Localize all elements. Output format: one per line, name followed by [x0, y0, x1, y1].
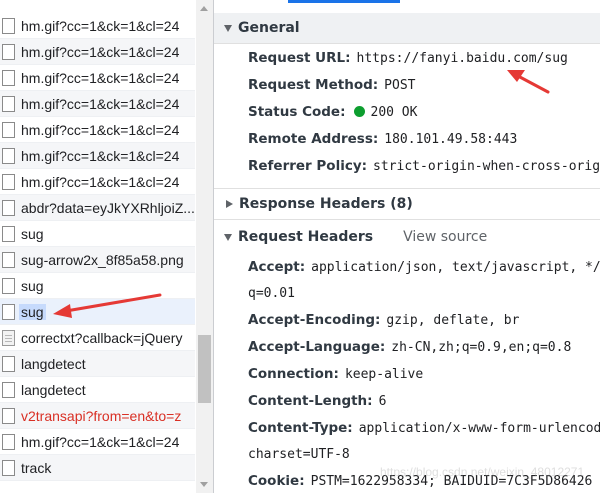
- request-name: hm.gif?cc=1&ck=1&cl=24: [21, 433, 180, 450]
- request-row[interactable]: hm.gif?cc=1&ck=1&cl=24: [0, 429, 195, 455]
- request-row[interactable]: abdr?data=eyJkYXRhljoiZ...: [0, 195, 195, 221]
- request-name: correctxt?callback=jQuery: [21, 329, 183, 346]
- request-name: hm.gif?cc=1&ck=1&cl=24: [21, 43, 180, 60]
- request-name: abdr?data=eyJkYXRhljoiZ...: [21, 199, 195, 216]
- file-icon: [2, 173, 15, 190]
- request-name: hm.gif?cc=1&ck=1&cl=24: [21, 147, 180, 164]
- request-row[interactable]: hm.gif?cc=1&ck=1&cl=24: [0, 13, 195, 39]
- request-name: langdetect: [21, 381, 86, 398]
- file-icon: [2, 433, 15, 450]
- request-row[interactable]: sug-arrow2x_8f85a58.png: [0, 247, 195, 273]
- collapse-triangle-icon: [226, 200, 233, 208]
- active-tab-indicator: [288, 0, 400, 3]
- section-divider: [214, 219, 600, 220]
- content-type-row: Content-Type: application/x-www-form-urle…: [248, 420, 600, 436]
- request-name: hm.gif?cc=1&ck=1&cl=24: [21, 95, 180, 112]
- headers-panel: General Request URL: https://fanyi.baidu.…: [214, 0, 600, 493]
- accept-header-row: Accept: application/json, text/javascript…: [248, 259, 600, 275]
- remote-address-row: Remote Address: 180.101.49.58:443: [248, 131, 518, 147]
- request-row[interactable]: v2transapi?from=en&to=z: [0, 403, 195, 429]
- file-icon: [2, 303, 15, 320]
- request-row[interactable]: sug: [0, 221, 195, 247]
- scroll-up-arrow-icon[interactable]: [200, 6, 208, 11]
- file-icon: [2, 407, 15, 424]
- request-url-row: Request URL: https://fanyi.baidu.com/sug: [248, 50, 568, 66]
- accept-header-continuation: q=0.01: [248, 286, 295, 301]
- expand-triangle-icon: [224, 233, 232, 241]
- request-name: hm.gif?cc=1&ck=1&cl=24: [21, 121, 180, 138]
- request-row[interactable]: hm.gif?cc=1&ck=1&cl=24: [0, 169, 195, 195]
- section-title: Request Headers: [238, 229, 374, 245]
- request-method-row: Request Method: POST: [248, 77, 416, 93]
- request-list-scrollbar[interactable]: [196, 0, 213, 493]
- request-name: sug: [21, 225, 44, 242]
- request-row[interactable]: sug: [0, 273, 195, 299]
- content-length-row: Content-Length: 6: [248, 393, 387, 409]
- status-ok-dot-icon: [353, 106, 365, 117]
- request-row[interactable]: langdetect: [0, 351, 195, 377]
- request-headers-section-header[interactable]: Request Headers View source: [214, 222, 600, 252]
- file-icon: [2, 121, 15, 138]
- request-name: sug-arrow2x_8f85a58.png: [21, 251, 184, 268]
- view-source-link[interactable]: View source: [403, 229, 487, 245]
- file-icon: [2, 225, 15, 242]
- section-title: General: [238, 20, 300, 36]
- file-icon: [2, 69, 15, 86]
- request-url-value: https://fanyi.baidu.com/sug: [356, 51, 568, 66]
- file-icon: [2, 459, 15, 476]
- network-request-list: hm.gif?cc=1&ck=1&cl=24 hm.gif?cc=1&ck=1&c…: [0, 0, 214, 493]
- request-name: v2transapi?from=en&to=z: [21, 407, 182, 424]
- request-name: hm.gif?cc=1&ck=1&cl=24: [21, 69, 180, 86]
- request-row[interactable]: correctxt?callback=jQuery: [0, 325, 195, 351]
- request-row[interactable]: hm.gif?cc=1&ck=1&cl=24: [0, 65, 195, 91]
- file-icon: [2, 355, 15, 372]
- file-icon: [2, 17, 15, 34]
- request-name: langdetect: [21, 355, 86, 372]
- general-section-header[interactable]: General: [214, 13, 600, 44]
- file-icon: [2, 277, 15, 294]
- scrollbar-thumb[interactable]: [198, 335, 211, 403]
- file-icon: [2, 381, 15, 398]
- document-icon: [2, 329, 15, 346]
- file-icon: [2, 199, 15, 216]
- request-name: hm.gif?cc=1&ck=1&cl=24: [21, 17, 180, 34]
- request-row[interactable]: hm.gif?cc=1&ck=1&cl=24: [0, 91, 195, 117]
- request-name: sug: [21, 277, 44, 294]
- connection-row: Connection: keep-alive: [248, 366, 424, 382]
- request-name: sug: [19, 303, 46, 320]
- request-row[interactable]: hm.gif?cc=1&ck=1&cl=24: [0, 117, 195, 143]
- request-row[interactable]: track: [0, 455, 195, 481]
- accept-encoding-row: Accept-Encoding: gzip, deflate, br: [248, 312, 520, 328]
- watermark: https://blog.csdn.net/weixin_48012271: [380, 465, 585, 479]
- request-name: hm.gif?cc=1&ck=1&cl=24: [21, 173, 180, 190]
- scroll-down-arrow-icon[interactable]: [200, 482, 208, 487]
- request-name: track: [21, 459, 52, 476]
- file-icon: [2, 251, 15, 268]
- request-row[interactable]: sug: [0, 299, 195, 325]
- status-code-row: Status Code: 200 OK: [248, 104, 418, 120]
- content-type-continuation: charset=UTF-8: [248, 447, 350, 462]
- file-icon: [2, 95, 15, 112]
- referrer-policy-row: Referrer Policy: strict-origin-when-cross…: [248, 158, 600, 174]
- file-icon: [2, 147, 15, 164]
- expand-triangle-icon: [224, 24, 232, 32]
- accept-language-row: Accept-Language: zh-CN,zh;q=0.9,en;q=0.8: [248, 339, 572, 355]
- request-row[interactable]: langdetect: [0, 377, 195, 403]
- section-title: Response Headers (8): [239, 196, 413, 212]
- request-row[interactable]: hm.gif?cc=1&ck=1&cl=24: [0, 143, 195, 169]
- file-icon: [2, 43, 15, 60]
- response-headers-section-header[interactable]: Response Headers (8): [214, 189, 600, 219]
- request-row[interactable]: hm.gif?cc=1&ck=1&cl=24: [0, 39, 195, 65]
